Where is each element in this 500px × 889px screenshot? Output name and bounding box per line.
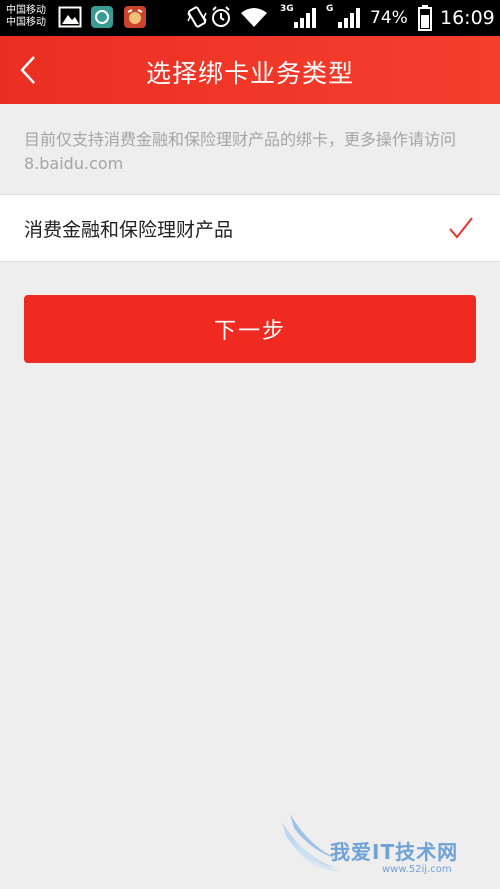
carrier-label-1: 中国移动 xyxy=(6,5,46,16)
option-label: 消费金融和保险理财产品 xyxy=(24,219,234,241)
network-type-g: G xyxy=(326,4,334,14)
signal-strength-icon-1 xyxy=(294,8,316,28)
nav-bar: 选择绑卡业务类型 xyxy=(0,36,500,104)
wifi-icon xyxy=(241,8,267,27)
battery-percent: 74% xyxy=(370,8,408,28)
game-notification-icon xyxy=(124,6,146,28)
gallery-icon xyxy=(58,6,82,28)
status-bar: 中国移动 中国移动 3G G 74% 16:09 xyxy=(0,0,500,36)
carrier-labels: 中国移动 中国移动 xyxy=(6,5,46,29)
app-notification-icon xyxy=(91,6,113,28)
network-type-3g: 3G xyxy=(280,4,294,14)
signal-strength-icon-2 xyxy=(338,8,360,28)
vibrate-icon xyxy=(187,6,207,28)
watermark-url: www.52ij.com xyxy=(382,864,452,875)
next-step-button[interactable]: 下一步 xyxy=(24,295,476,363)
battery-icon xyxy=(418,5,432,31)
watermark: 我爱IT技术网 www.52ij.com xyxy=(280,808,490,884)
watermark-text: 我爱IT技术网 xyxy=(330,840,459,864)
notice-text: 目前仅支持消费金融和保险理财产品的绑卡，更多操作请访问8.baidu.com xyxy=(24,130,457,173)
carrier-label-2: 中国移动 xyxy=(6,17,46,28)
option-consumer-finance-insurance[interactable]: 消费金融和保险理财产品 xyxy=(0,194,500,262)
alarm-icon xyxy=(212,6,230,27)
status-time: 16:09 xyxy=(440,7,495,29)
check-icon xyxy=(449,217,473,239)
page-title: 选择绑卡业务类型 xyxy=(145,59,354,88)
